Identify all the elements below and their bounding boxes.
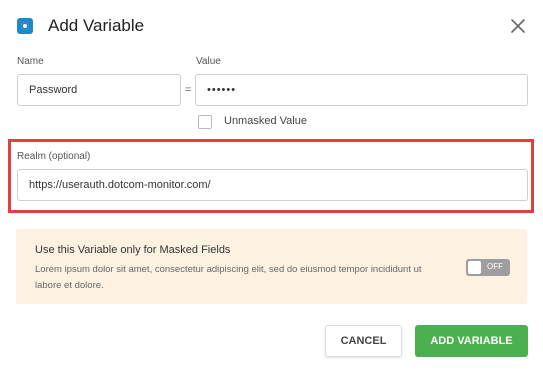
add-variable-button[interactable]: ADD VARIABLE — [415, 325, 528, 357]
realm-input[interactable]: https://userauth.dotcom-monitor.com/ — [17, 169, 528, 201]
unmasked-label: Unmasked Value — [224, 115, 307, 127]
equals-separator: = — [185, 84, 192, 96]
toggle-state-label: OFF — [487, 262, 503, 271]
name-input[interactable]: Password — [17, 74, 181, 106]
toggle-knob — [468, 261, 481, 274]
value-input[interactable]: •••••• — [195, 74, 528, 106]
banner-description: Lorem ipsum dolor sit amet, consectetur … — [35, 264, 422, 291]
variable-icon — [17, 18, 33, 34]
dialog-header: Add Variable — [0, 0, 543, 52]
dialog-title: Add Variable — [48, 16, 145, 35]
masked-fields-banner: Use this Variable only for Masked Fields… — [16, 229, 527, 304]
close-icon[interactable] — [506, 14, 530, 38]
banner-title: Use this Variable only for Masked Fields — [35, 244, 231, 256]
name-label: Name — [17, 56, 44, 67]
unmasked-checkbox[interactable] — [198, 115, 212, 129]
realm-label: Realm (optional) — [17, 151, 91, 162]
cancel-button[interactable]: CANCEL — [325, 325, 402, 357]
value-label: Value — [196, 56, 221, 67]
masked-only-toggle[interactable]: OFF — [466, 259, 510, 276]
